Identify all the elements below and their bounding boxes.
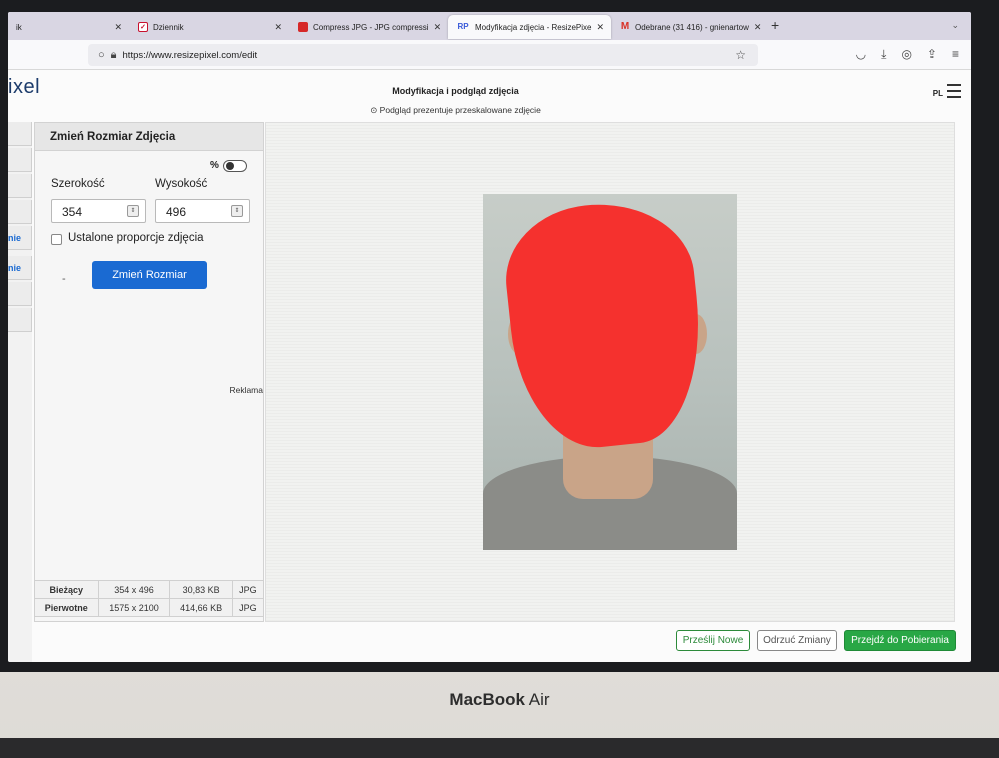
stats-dims: 354 x 496: [97, 580, 171, 599]
table-row: Bieżący 354 x 496 30,83 KB JPG: [34, 580, 265, 599]
sidebar-item[interactable]: [8, 282, 32, 306]
tab-label: Odebrane (31 416) - gnienartow: [635, 22, 749, 32]
tab-bar: ik ✕ ✓ Dziennik ✕ Compress JPG - JPG com…: [8, 12, 971, 40]
percent-toggle[interactable]: [223, 160, 247, 172]
stats-size: 30,83 KB: [169, 580, 233, 599]
image-stats-table: Bieżący 354 x 496 30,83 KB JPG Pierwotne…: [34, 580, 265, 617]
device-brand: MacBook Air: [0, 690, 999, 710]
menu-icon[interactable]: ≡: [952, 47, 959, 62]
table-row: Pierwotne 1575 x 2100 414,66 KB JPG: [34, 598, 265, 617]
sidebar-item[interactable]: nie: [8, 226, 32, 250]
tool-sidebar: nie nie: [8, 122, 32, 662]
stats-format: JPG: [231, 598, 265, 617]
sidebar-item[interactable]: [8, 174, 32, 198]
dash-label: -: [62, 273, 66, 285]
stats-size: 414,66 KB: [169, 598, 233, 617]
stats-dims: 1575 x 2100: [97, 598, 171, 617]
width-input[interactable]: 354 ⇕: [51, 199, 146, 223]
shield-icon[interactable]: ○: [98, 49, 105, 61]
url-bar[interactable]: ○ 🔒︎ https://www.resizepixel.com/edit ☆: [88, 44, 758, 66]
tab-label: Compress JPG - JPG compressi: [313, 22, 429, 32]
tab-label: Dziennik: [153, 22, 184, 32]
stats-label: Pierwotne: [34, 598, 99, 617]
close-icon[interactable]: ✕: [274, 22, 282, 33]
language-selector[interactable]: PL: [933, 89, 943, 98]
preview-image: [483, 194, 737, 550]
percent-label: %: [210, 160, 219, 171]
sidebar-item[interactable]: [8, 308, 32, 332]
height-label: Wysokość: [155, 178, 208, 190]
resize-panel: Zmień Rozmiar Zdjęcia % Szerokość Wysoko…: [34, 122, 264, 622]
url-text: https://www.resizepixel.com/edit: [122, 49, 258, 61]
height-value: 496: [166, 205, 187, 219]
resize-button[interactable]: Zmień Rozmiar: [92, 261, 207, 289]
toolbar-icons: ◡ ⤓ ◎ ⇪ ≡: [856, 47, 959, 62]
stats-format: JPG: [231, 580, 265, 599]
close-icon[interactable]: ✕: [597, 22, 605, 33]
upload-new-button[interactable]: Prześlij Nowe: [676, 630, 750, 651]
keep-ratio-checkbox[interactable]: [51, 234, 62, 245]
tab-resizepixel[interactable]: RP Modyfikacja zdjęcia - ResizePixe ✕: [448, 15, 611, 39]
tab-dziennik[interactable]: ✓ Dziennik ✕: [130, 15, 290, 39]
width-value: 354: [62, 205, 83, 219]
sidebar-item[interactable]: nie: [8, 256, 32, 280]
tab-compress-jpg[interactable]: Compress JPG - JPG compressi ✕: [290, 15, 448, 39]
tab-gmail[interactable]: M Odebrane (31 416) - gnienartow ✕: [612, 15, 768, 39]
gmail-icon: M: [620, 21, 630, 32]
discard-changes-button[interactable]: Odrzuć Zmiany: [757, 630, 837, 651]
stepper-icon[interactable]: ⇕: [231, 205, 243, 217]
share-icon[interactable]: ⇪: [927, 47, 937, 62]
compress-icon: [298, 22, 308, 32]
go-to-download-button[interactable]: Przejdź do Pobierania: [844, 630, 956, 651]
page-subtitle: ⊙ Podgląd prezentuje przeskalowane zdjęc…: [370, 105, 541, 115]
brand-name: MacBook: [449, 690, 525, 709]
lock-icon[interactable]: 🔒︎: [111, 49, 117, 62]
sidebar-item[interactable]: [8, 200, 32, 224]
tab-label: ik: [16, 22, 22, 32]
height-input[interactable]: 496 ⇕: [155, 199, 250, 223]
bookmark-star-icon[interactable]: ☆: [735, 48, 746, 62]
tab-list-chevron-icon[interactable]: ⌄: [951, 20, 959, 31]
brand-model: Air: [528, 690, 550, 709]
screen: ik ✕ ✓ Dziennik ✕ Compress JPG - JPG com…: [8, 12, 971, 662]
new-tab-icon[interactable]: +: [771, 17, 779, 33]
toggle-knob: [226, 162, 234, 170]
tab-label: Modyfikacja zdjęcia - ResizePixe: [475, 22, 592, 32]
face-redaction: [498, 194, 712, 456]
width-label: Szerokość: [51, 178, 105, 190]
close-icon[interactable]: ✕: [114, 22, 122, 33]
extension-icon[interactable]: ◎: [901, 47, 911, 62]
stepper-icon[interactable]: ⇕: [127, 205, 139, 217]
sidebar-item[interactable]: [8, 148, 32, 172]
close-icon[interactable]: ✕: [434, 22, 442, 33]
tab-partial[interactable]: ik ✕: [8, 15, 130, 39]
app-header: ixel Modyfikacja i podgląd zdjęcia ⊙ Pod…: [8, 70, 971, 122]
hamburger-menu-icon[interactable]: [947, 84, 961, 102]
calendar-check-icon: ✓: [138, 22, 148, 32]
page-title: Modyfikacja i podgląd zdjęcia: [392, 86, 519, 96]
keep-ratio-label[interactable]: Ustalone proporcje zdjęcia: [68, 232, 204, 244]
nav-bar: ○ 🔒︎ https://www.resizepixel.com/edit ☆ …: [8, 40, 971, 70]
pocket-icon[interactable]: ◡: [856, 47, 866, 62]
close-icon[interactable]: ✕: [754, 22, 762, 33]
ad-label: Reklama: [229, 385, 263, 395]
preview-canvas: [265, 122, 955, 622]
laptop-base: [0, 738, 999, 758]
download-icon[interactable]: ⤓: [881, 47, 886, 62]
stats-label: Bieżący: [34, 580, 99, 599]
sidebar-item[interactable]: [8, 122, 32, 146]
resizepixel-logo-icon: RP: [457, 22, 469, 31]
panel-title: Zmień Rozmiar Zdjęcia: [35, 123, 263, 151]
